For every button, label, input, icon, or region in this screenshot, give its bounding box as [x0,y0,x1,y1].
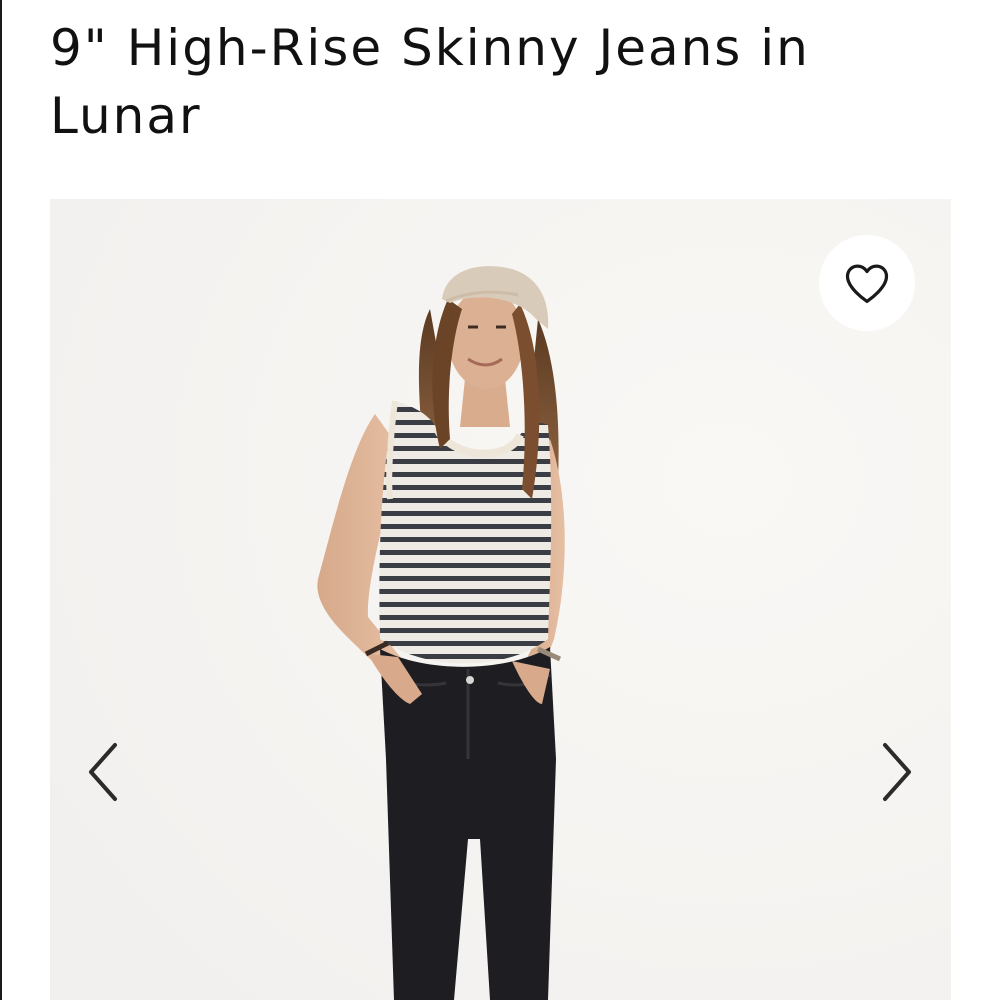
favorite-button[interactable] [819,235,915,331]
chevron-right-icon [883,743,911,801]
model-photo [317,266,565,1000]
heart-outline-icon [845,264,889,304]
next-image-button[interactable] [872,739,922,805]
previous-image-button[interactable] [78,739,128,805]
product-page: 9" High-Rise Skinny Jeans in Lunar [0,0,1000,1000]
page-edge-divider [0,0,2,1000]
product-title: 9" High-Rise Skinny Jeans in Lunar [50,19,810,145]
product-image-gallery[interactable] [50,199,951,1000]
chevron-left-icon [89,743,117,801]
